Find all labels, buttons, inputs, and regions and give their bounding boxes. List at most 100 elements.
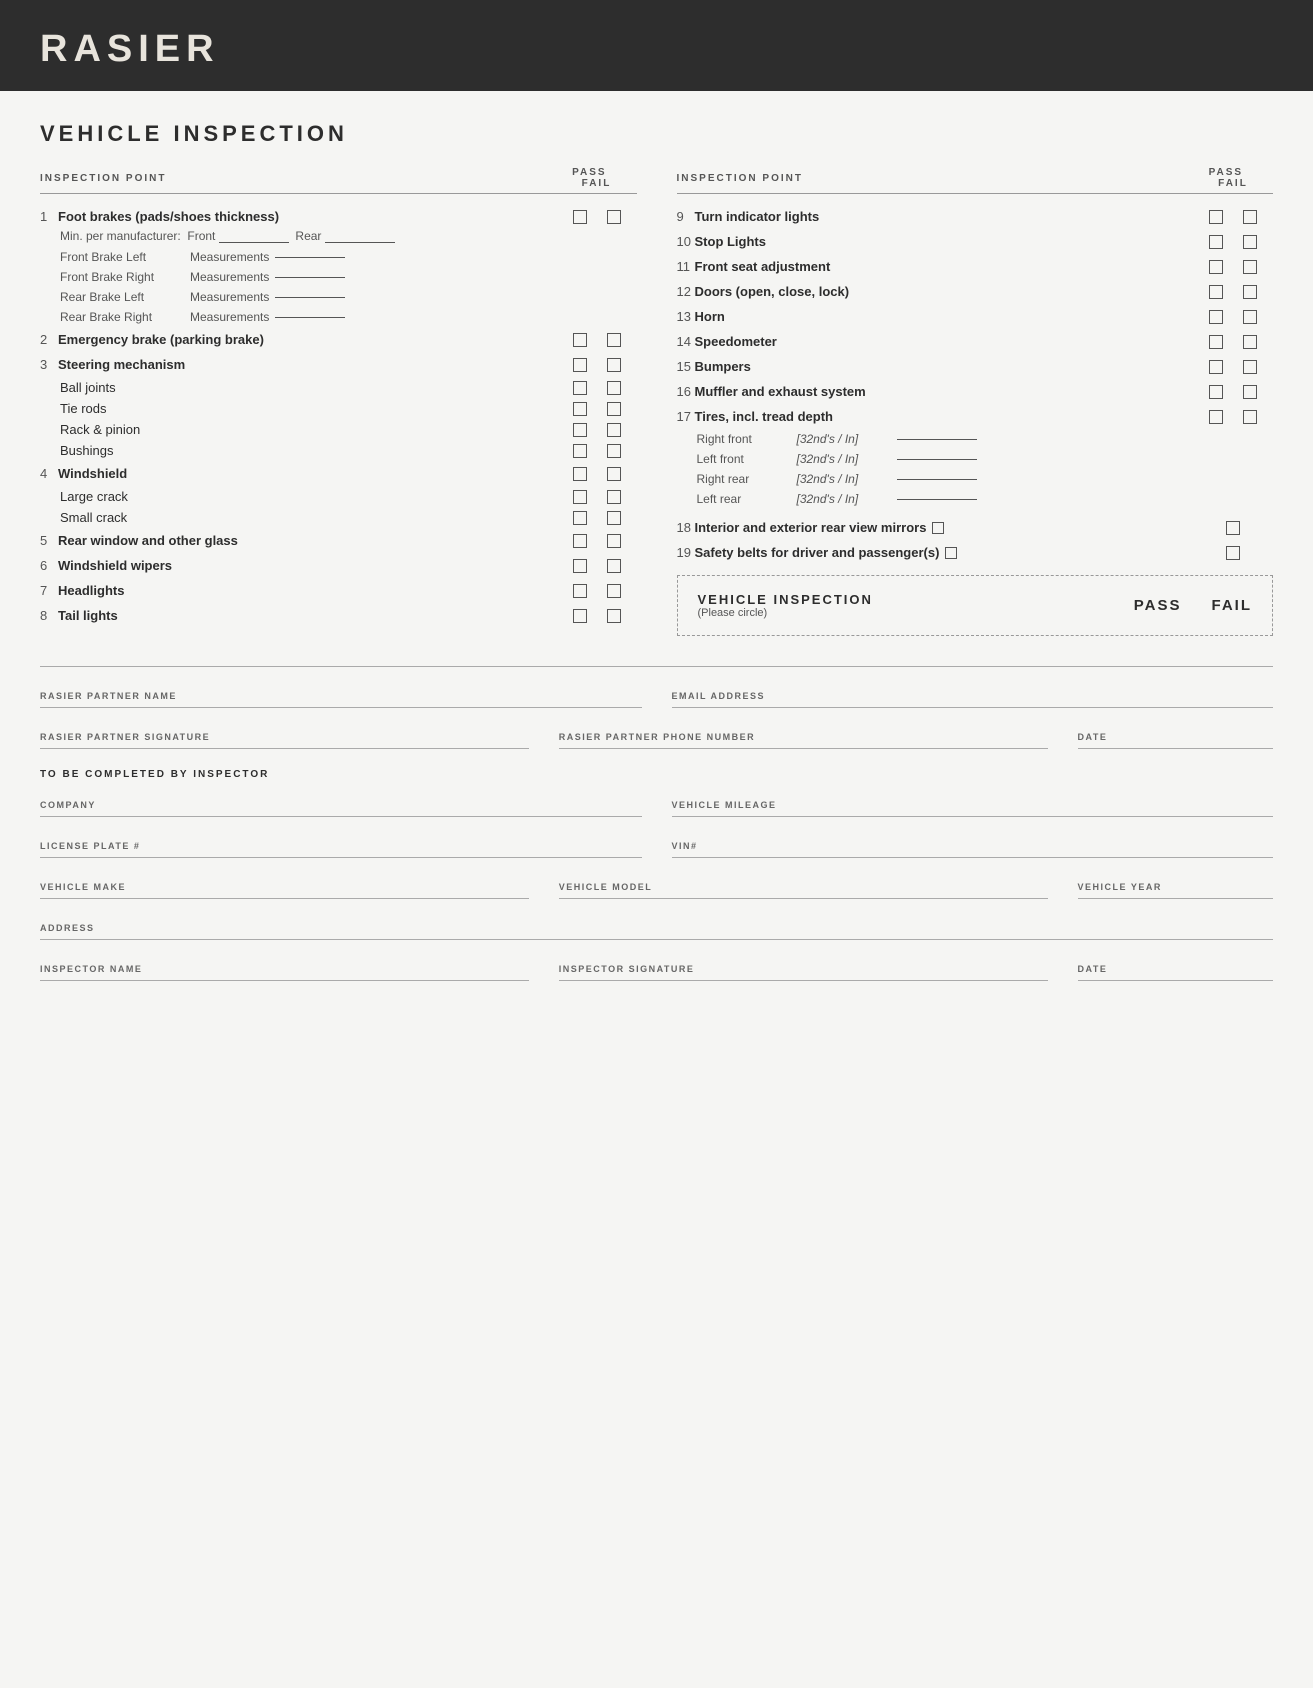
- year-field[interactable]: VEHICLE YEAR: [1078, 868, 1274, 899]
- left-column: INSPECTION POINT PASS FAIL 1 Foot brakes…: [40, 167, 637, 636]
- fbl-label: Front Brake Left: [60, 250, 190, 264]
- partner-row: RASIER PARTNER NAME EMAIL ADDRESS: [40, 677, 1273, 708]
- item-11-label: Front seat adjustment: [695, 259, 1194, 274]
- company-row: COMPANY VEHICLE MILEAGE: [40, 786, 1273, 817]
- rack-pinion-fail-checkbox[interactable]: [607, 423, 621, 437]
- item-2-row: 2 Emergency brake (parking brake): [40, 327, 637, 352]
- right-point-label: INSPECTION POINT: [677, 173, 1194, 184]
- item-5-pass-checkbox[interactable]: [573, 534, 587, 548]
- item-19-inline-checkbox[interactable]: [945, 547, 957, 559]
- item-7-pass-checkbox[interactable]: [573, 584, 587, 598]
- address-field[interactable]: ADDRESS: [40, 909, 1273, 940]
- partner-sig-field[interactable]: RASIER PARTNER SIGNATURE: [40, 718, 529, 749]
- inspector-date-field[interactable]: DATE: [1078, 950, 1274, 981]
- item-4-fail-checkbox[interactable]: [607, 467, 621, 481]
- rear-brake-left-row: Rear Brake Left Measurements: [40, 287, 637, 307]
- inspector-name-field[interactable]: INSPECTOR NAME: [40, 950, 529, 981]
- item-11-fail-checkbox[interactable]: [1243, 260, 1257, 274]
- bushings-fail-checkbox[interactable]: [607, 444, 621, 458]
- item-6-pass-checkbox[interactable]: [573, 559, 587, 573]
- item-10-checkboxes: [1193, 235, 1273, 249]
- rbl-label: Rear Brake Left: [60, 290, 190, 304]
- model-field[interactable]: VEHICLE MODEL: [559, 868, 1048, 899]
- item-1-fail-checkbox[interactable]: [607, 210, 621, 224]
- item-11-pass-checkbox[interactable]: [1209, 260, 1223, 274]
- rack-pinion-pass-checkbox[interactable]: [573, 423, 587, 437]
- item-13-label: Horn: [695, 309, 1194, 324]
- bushings-checkboxes: [557, 444, 637, 458]
- phone-field[interactable]: RASIER PARTNER PHONE NUMBER: [559, 718, 1048, 749]
- item-16-label: Muffler and exhaust system: [695, 384, 1194, 399]
- fi-fail-label[interactable]: FAIL: [1212, 597, 1253, 614]
- tie-rods-fail-checkbox[interactable]: [607, 402, 621, 416]
- item-18-fail-checkbox[interactable]: [1226, 521, 1240, 535]
- mileage-field[interactable]: VEHICLE MILEAGE: [672, 786, 1274, 817]
- item-15-row: 15 Bumpers: [677, 354, 1274, 379]
- item-9-num: 9: [677, 209, 695, 224]
- item-12-pass-checkbox[interactable]: [1209, 285, 1223, 299]
- item-9-pass-checkbox[interactable]: [1209, 210, 1223, 224]
- item-4-checkboxes: [557, 467, 637, 481]
- item-9-fail-checkbox[interactable]: [1243, 210, 1257, 224]
- item-16-fail-checkbox[interactable]: [1243, 385, 1257, 399]
- small-crack-fail-checkbox[interactable]: [607, 511, 621, 525]
- item-8-fail-checkbox[interactable]: [607, 609, 621, 623]
- vin-field[interactable]: VIN#: [672, 827, 1274, 858]
- item-2-fail-checkbox[interactable]: [607, 333, 621, 347]
- item-2-num: 2: [40, 332, 58, 347]
- item-17-label: Tires, incl. tread depth: [695, 409, 1194, 424]
- item-1-min-row: Min. per manufacturer: Front Rear: [40, 229, 637, 247]
- tie-rods-pass-checkbox[interactable]: [573, 402, 587, 416]
- item-6-row: 6 Windshield wipers: [40, 553, 637, 578]
- year-label: VEHICLE YEAR: [1078, 882, 1274, 892]
- item-13-pass-checkbox[interactable]: [1209, 310, 1223, 324]
- item-3-fail-checkbox[interactable]: [607, 358, 621, 372]
- tire-rr-label: Right rear: [697, 472, 797, 486]
- inspector-sig-field[interactable]: INSPECTOR SIGNATURE: [559, 950, 1048, 981]
- bushings-row: Bushings: [40, 440, 637, 461]
- date-field[interactable]: DATE: [1078, 718, 1274, 749]
- partner-name-field[interactable]: RASIER PARTNER NAME: [40, 677, 642, 708]
- item-3-pass-checkbox[interactable]: [573, 358, 587, 372]
- bushings-pass-checkbox[interactable]: [573, 444, 587, 458]
- item-19-fail-checkbox[interactable]: [1226, 546, 1240, 560]
- item-14-fail-checkbox[interactable]: [1243, 335, 1257, 349]
- item-13-fail-checkbox[interactable]: [1243, 310, 1257, 324]
- item-14-pass-checkbox[interactable]: [1209, 335, 1223, 349]
- item-14-checkboxes: [1193, 335, 1273, 349]
- item-6-fail-checkbox[interactable]: [607, 559, 621, 573]
- item-16-pass-checkbox[interactable]: [1209, 385, 1223, 399]
- make-field[interactable]: VEHICLE MAKE: [40, 868, 529, 899]
- item-2-pass-checkbox[interactable]: [573, 333, 587, 347]
- ball-joints-pass-checkbox[interactable]: [573, 381, 587, 395]
- item-15-fail-checkbox[interactable]: [1243, 360, 1257, 374]
- item-17-fail-checkbox[interactable]: [1243, 410, 1257, 424]
- plate-field[interactable]: LICENSE PLATE #: [40, 827, 642, 858]
- item-18-label: Interior and exterior rear view mirrors: [695, 520, 1194, 535]
- item-12-num: 12: [677, 284, 695, 299]
- item-5-fail-checkbox[interactable]: [607, 534, 621, 548]
- item-1-pass-checkbox[interactable]: [573, 210, 587, 224]
- item-18-inline-checkbox[interactable]: [932, 522, 944, 534]
- item-12-fail-checkbox[interactable]: [1243, 285, 1257, 299]
- large-crack-fail-checkbox[interactable]: [607, 490, 621, 504]
- partner-sig-label: RASIER PARTNER SIGNATURE: [40, 732, 529, 742]
- email-field[interactable]: EMAIL ADDRESS: [672, 677, 1274, 708]
- item-8-pass-checkbox[interactable]: [573, 609, 587, 623]
- inspector-sig-label: INSPECTOR SIGNATURE: [559, 964, 1048, 974]
- tire-lr-label: Left rear: [697, 492, 797, 506]
- item-10-pass-checkbox[interactable]: [1209, 235, 1223, 249]
- item-3-row: 3 Steering mechanism: [40, 352, 637, 377]
- company-field[interactable]: COMPANY: [40, 786, 642, 817]
- ball-joints-fail-checkbox[interactable]: [607, 381, 621, 395]
- item-4-pass-checkbox[interactable]: [573, 467, 587, 481]
- item-15-pass-checkbox[interactable]: [1209, 360, 1223, 374]
- item-17-pass-checkbox[interactable]: [1209, 410, 1223, 424]
- fi-pass-label[interactable]: PASS: [1134, 597, 1182, 614]
- large-crack-pass-checkbox[interactable]: [573, 490, 587, 504]
- item-1-row: 1 Foot brakes (pads/shoes thickness): [40, 204, 637, 229]
- item-10-fail-checkbox[interactable]: [1243, 235, 1257, 249]
- small-crack-pass-checkbox[interactable]: [573, 511, 587, 525]
- item-6-label: Windshield wipers: [58, 558, 557, 573]
- item-7-fail-checkbox[interactable]: [607, 584, 621, 598]
